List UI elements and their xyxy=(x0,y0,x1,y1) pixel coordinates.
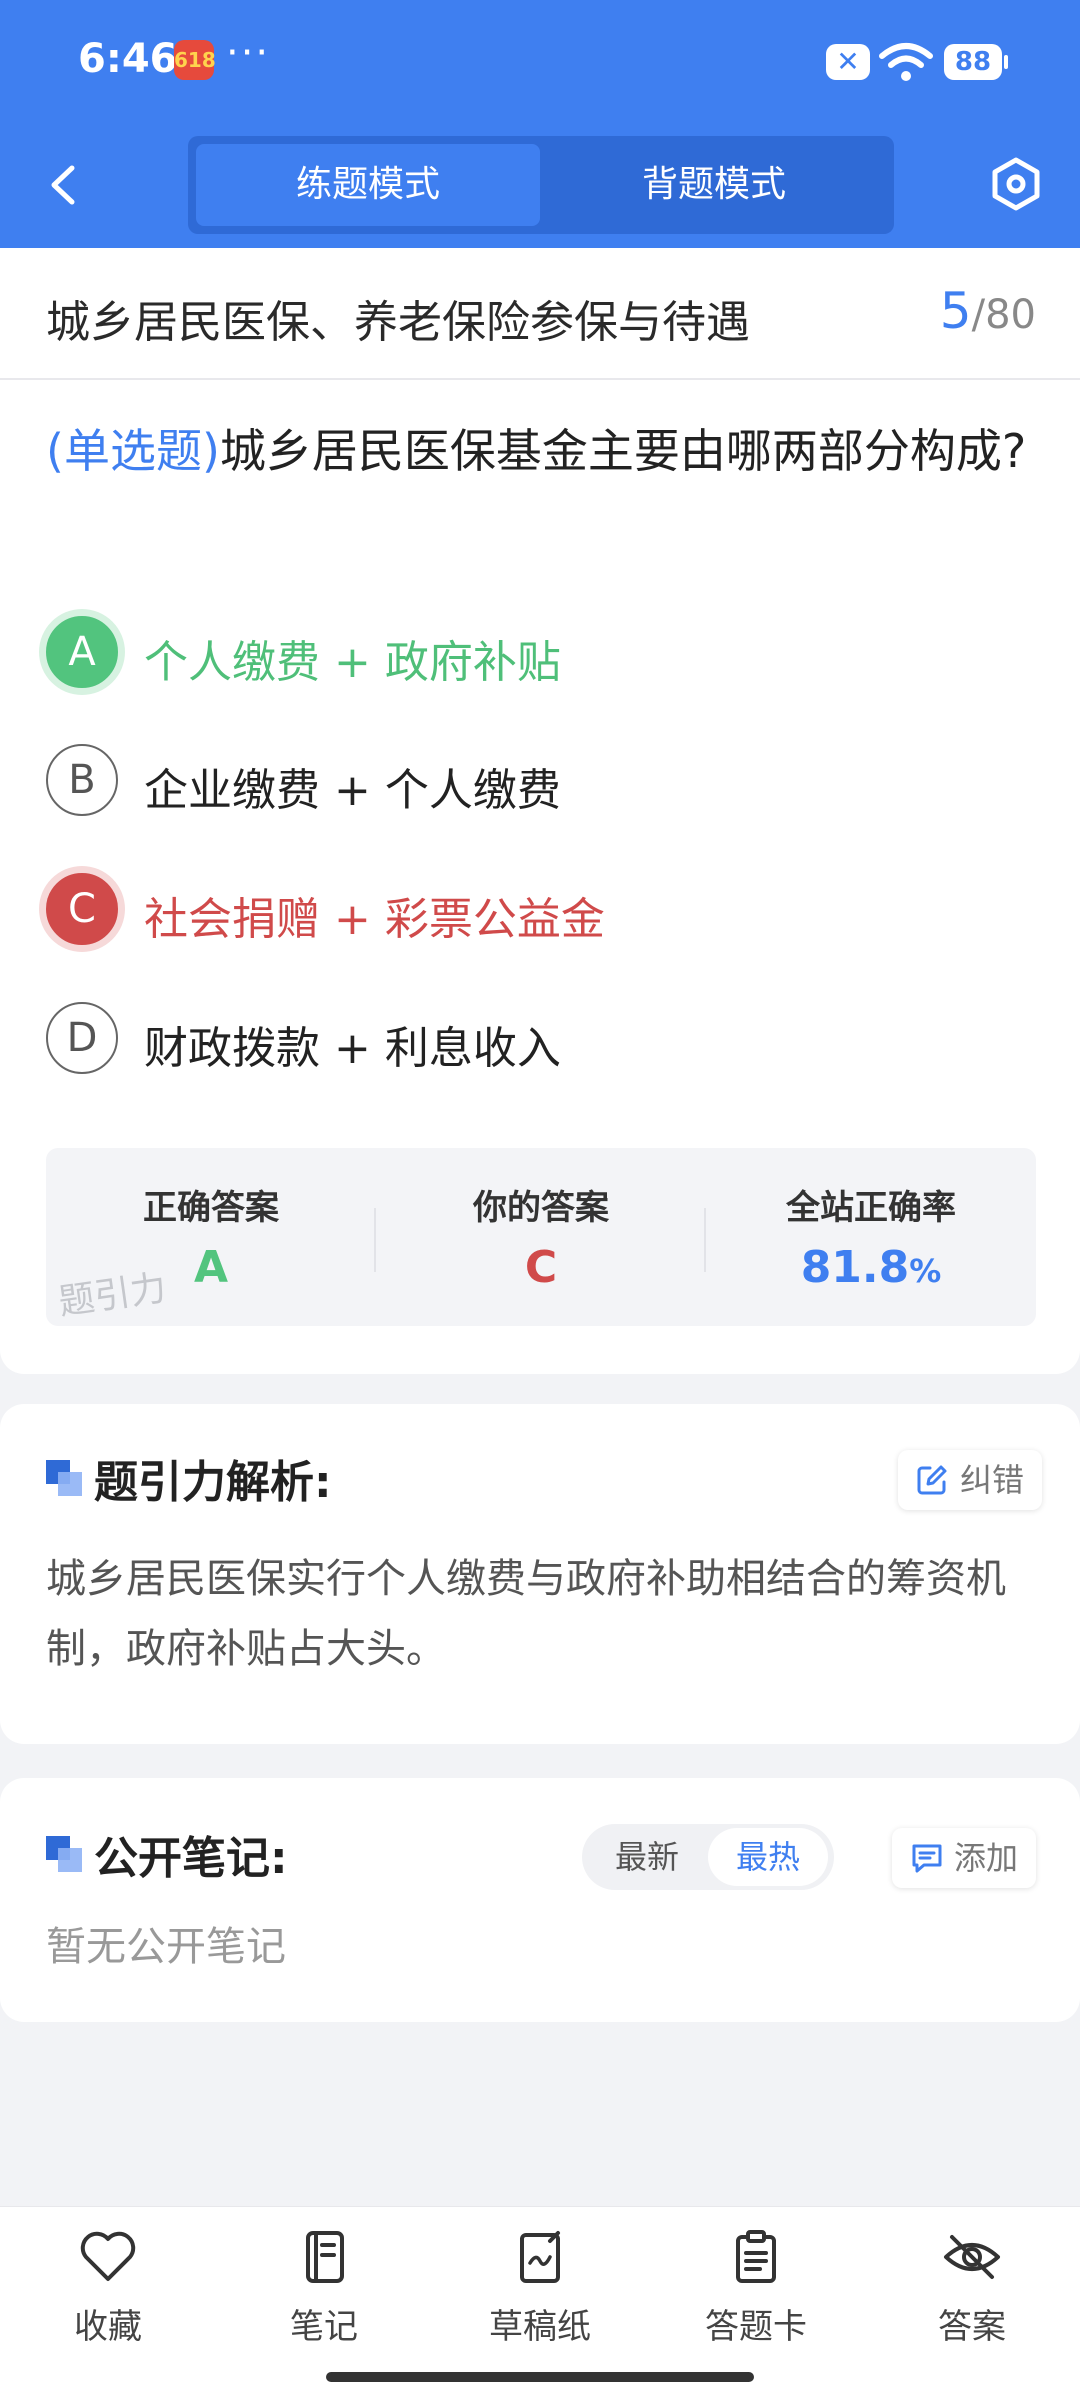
sort-hottest[interactable]: 最热 xyxy=(708,1828,828,1886)
progress-separator: / xyxy=(971,292,986,338)
option-letter: C xyxy=(46,873,118,945)
edit-icon xyxy=(917,1465,947,1495)
settings-icon[interactable] xyxy=(988,156,1044,212)
section-icon xyxy=(46,1836,84,1874)
stat-label: 你的答案 xyxy=(473,1188,609,1228)
notebook-icon xyxy=(306,2231,344,2283)
comment-icon xyxy=(912,1844,942,1873)
accuracy-number: 81.8 xyxy=(800,1242,910,1293)
accuracy-unit: % xyxy=(909,1252,942,1290)
notes-title: 公开笔记: xyxy=(94,1833,288,1884)
add-note-label: 添加 xyxy=(954,1839,1019,1877)
home-indicator[interactable] xyxy=(326,2372,754,2382)
bottom-toolbar: 收藏 笔记 草稿纸 答题卡 答案 xyxy=(0,2206,1080,2400)
progress-total: 80 xyxy=(985,292,1036,338)
progress-current: 5 xyxy=(939,282,972,340)
clipboard-icon xyxy=(736,2230,776,2283)
stat-value: C xyxy=(524,1242,558,1293)
nav-label: 笔记 xyxy=(290,2307,358,2347)
stat-site-accuracy: 全站正确率 81.8% xyxy=(706,1148,1036,1326)
nav-label: 答案 xyxy=(938,2307,1006,2347)
app-notification-icon: 618 xyxy=(174,40,216,80)
status-time: 6:46 xyxy=(78,36,178,82)
report-error-button[interactable]: 纠错 xyxy=(898,1450,1043,1510)
nav-label: 答题卡 xyxy=(705,2307,807,2347)
notes-sort-switch: 最新 最热 xyxy=(582,1824,834,1890)
option-letter: A xyxy=(46,616,118,688)
chapter-row: 城乡居民医保、养老保险参保与待遇 5/80 xyxy=(0,248,1080,380)
analysis-text: 城乡居民医保实行个人缴费与政府补助相结合的筹资机制，政府补贴占大头。 xyxy=(46,1556,1006,1672)
wifi-icon xyxy=(879,43,933,81)
question-type: (单选题) xyxy=(46,424,220,478)
question-progress[interactable]: 5/80 xyxy=(940,282,1036,340)
analysis-card: 题引力解析: 纠错 城乡居民医保实行个人缴费与政府补助相结合的筹资机制，政府补贴… xyxy=(0,1404,1080,1744)
sort-newest[interactable]: 最新 xyxy=(592,1824,702,1890)
section-icon xyxy=(46,1460,84,1498)
nav-notes[interactable]: 笔记 xyxy=(216,2229,432,2359)
battery-indicator: 88 xyxy=(944,44,1008,80)
stat-label: 全站正确率 xyxy=(786,1188,956,1228)
stat-your-answer: 你的答案 C xyxy=(376,1148,706,1326)
mute-icon: ✕ xyxy=(826,44,870,80)
option-letter: D xyxy=(46,1002,118,1074)
empty-notes-text: 暂无公开笔记 xyxy=(46,1924,286,1970)
tab-memorize-mode[interactable]: 背题模式 xyxy=(542,144,886,226)
option-b[interactable]: B 企业缴费 + 个人缴费 xyxy=(46,740,1036,820)
option-c[interactable]: C 社会捐赠 + 彩票公益金 xyxy=(46,869,1036,949)
option-text: 社会捐赠 + 彩票公益金 xyxy=(144,894,605,945)
report-error-label: 纠错 xyxy=(960,1461,1025,1499)
more-notifications-indicator: ··· xyxy=(226,30,271,76)
option-text: 财政拨款 + 利息收入 xyxy=(144,1023,561,1074)
nav-label: 草稿纸 xyxy=(489,2307,591,2347)
mode-switch: 练题模式 背题模式 xyxy=(188,136,894,234)
notes-card: 公开笔记: 最新 最热 添加 暂无公开笔记 xyxy=(0,1778,1080,2022)
stat-label: 正确答案 xyxy=(143,1188,279,1228)
nav-favorite[interactable]: 收藏 xyxy=(0,2229,216,2359)
add-note-button[interactable]: 添加 xyxy=(892,1828,1037,1888)
tab-practice-mode[interactable]: 练题模式 xyxy=(196,144,540,226)
question-card: 城乡居民医保、养老保险参保与待遇 5/80 (单选题)城乡居民医保基金主要由哪两… xyxy=(0,248,1080,1374)
eye-off-icon xyxy=(944,2235,1000,2279)
stat-value: 81.8% xyxy=(706,1242,1036,1293)
status-bar: 6:46 618 ··· ✕ 88 xyxy=(0,0,1080,124)
analysis-title: 题引力解析: xyxy=(94,1457,332,1508)
question-body: 城乡居民医保基金主要由哪两部分构成? xyxy=(219,424,1027,478)
nav-draft[interactable]: 草稿纸 xyxy=(432,2229,648,2359)
option-letter: B xyxy=(46,744,118,816)
heart-icon xyxy=(80,2231,136,2281)
option-text: 企业缴费 + 个人缴费 xyxy=(144,765,561,816)
back-arrow-icon[interactable] xyxy=(40,160,90,210)
option-d[interactable]: D 财政拨款 + 利息收入 xyxy=(46,998,1036,1078)
nav-answer-toggle[interactable]: 答案 xyxy=(864,2229,1080,2359)
top-header: 6:46 618 ··· ✕ 88 练题模式 背题模式 xyxy=(0,0,1080,248)
question-text: (单选题)城乡居民医保基金主要由哪两部分构成? xyxy=(46,408,1036,494)
chapter-title: 城乡居民医保、养老保险参保与待遇 xyxy=(46,297,750,348)
answer-stats: 正确答案 A 你的答案 C 全站正确率 81.8% 题引力 xyxy=(46,1148,1036,1326)
nav-label: 收藏 xyxy=(74,2307,142,2347)
option-text: 个人缴费 + 政府补贴 xyxy=(144,637,561,688)
nav-answer-sheet[interactable]: 答题卡 xyxy=(648,2229,864,2359)
draft-icon xyxy=(520,2231,560,2283)
option-a[interactable]: A 个人缴费 + 政府补贴 xyxy=(46,612,1036,692)
